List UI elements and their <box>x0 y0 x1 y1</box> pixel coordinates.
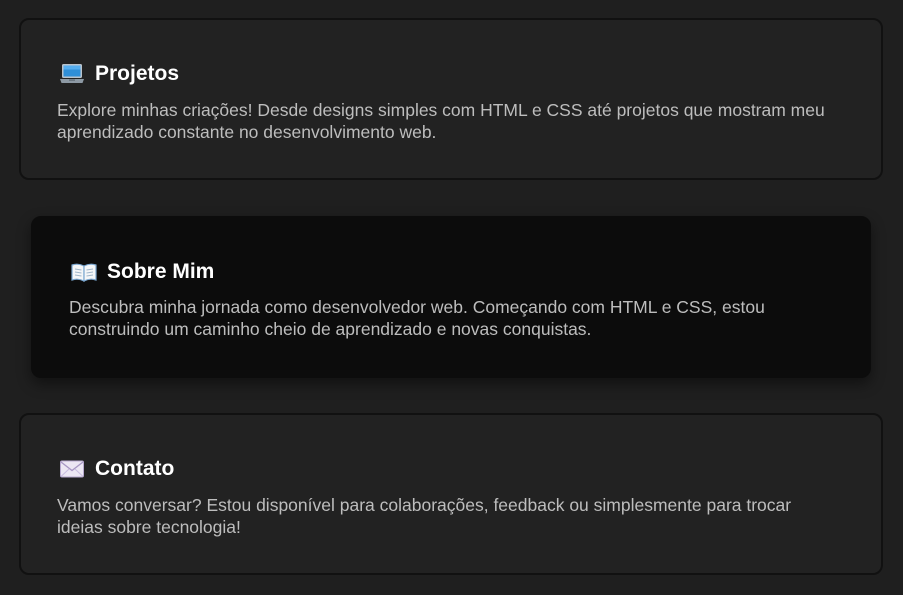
card-header: Projetos <box>59 61 179 87</box>
card-sobre-mim[interactable]: Sobre Mim Descubra minha jornada como de… <box>31 216 871 378</box>
card-header: Sobre Mim <box>71 259 214 285</box>
card-header: Contato <box>59 456 174 482</box>
card-description: Vamos conversar? Estou disponível para c… <box>57 495 792 537</box>
card-projetos[interactable]: Projetos Explore minhas criações! Desde … <box>19 18 883 180</box>
envelope-icon <box>59 458 85 480</box>
card-title: Projetos <box>95 62 180 85</box>
open-book-icon <box>71 261 97 283</box>
laptop-icon <box>59 63 85 85</box>
card-title: Contato <box>95 457 175 480</box>
card-title: Sobre Mim <box>107 260 215 283</box>
card-contato[interactable]: Contato Vamos conversar? Estou disponíve… <box>19 413 883 575</box>
card-description: Descubra minha jornada como desenvolvedo… <box>69 297 765 339</box>
card-description: Explore minhas criações! Desde designs s… <box>57 100 825 142</box>
